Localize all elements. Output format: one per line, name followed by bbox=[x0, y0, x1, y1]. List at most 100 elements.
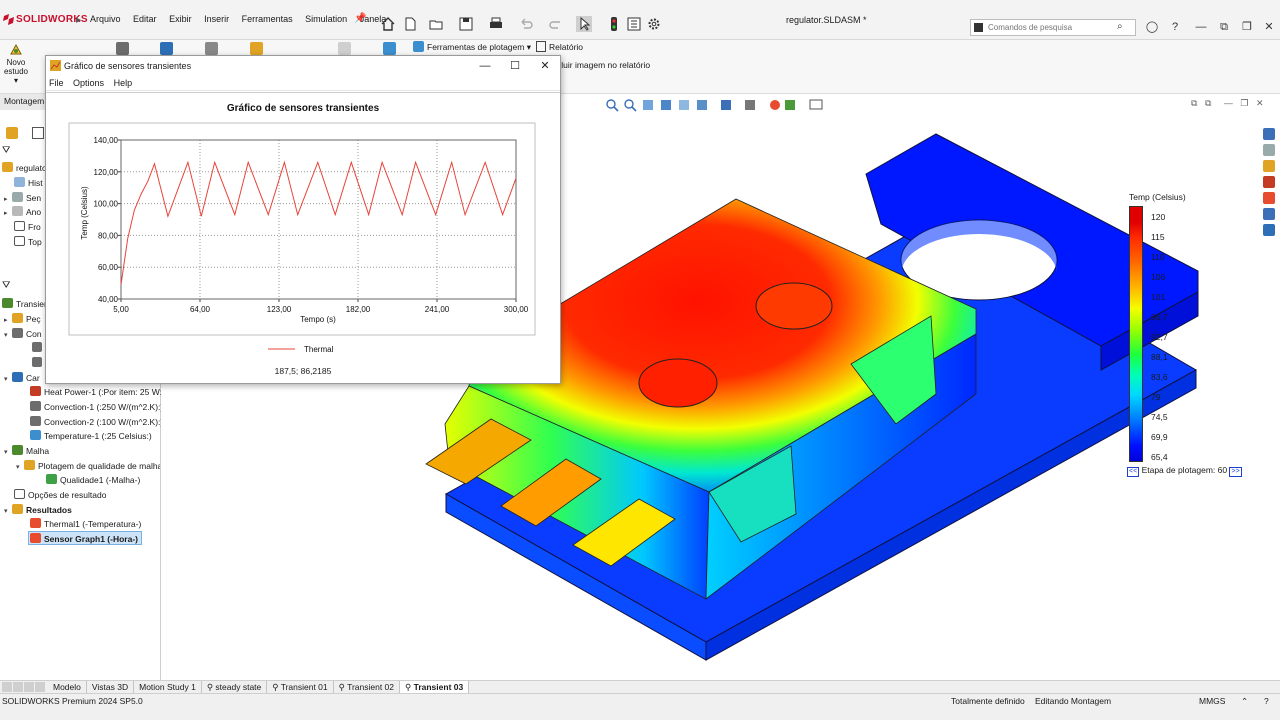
tree-item-regulator[interactable]: regulator bbox=[2, 161, 50, 175]
restore-button[interactable]: ❐ bbox=[1240, 20, 1254, 34]
collapse-arrow-icon[interactable]: ▾ bbox=[4, 505, 12, 519]
connections-icon[interactable] bbox=[205, 42, 218, 55]
app-logo[interactable]: SOLIDWORKS ▶ bbox=[2, 13, 88, 27]
filter-icon[interactable]: ⛛ bbox=[2, 280, 10, 291]
zoom-area-icon[interactable] bbox=[624, 99, 637, 112]
save-icon[interactable] bbox=[458, 16, 474, 32]
dialog-menu-options[interactable]: Options bbox=[73, 76, 104, 91]
contact-set-icon[interactable] bbox=[32, 357, 42, 367]
tree-item-convection-2[interactable]: Convection-2 (:100 W/(m^2.K):) bbox=[30, 415, 163, 429]
tree-item-front-plane[interactable]: Fro bbox=[14, 220, 41, 234]
dialog-maximize-button[interactable]: ☐ bbox=[507, 58, 523, 74]
file-explorer-icon[interactable] bbox=[1263, 160, 1275, 172]
feature-manager-tab-icon[interactable] bbox=[6, 127, 18, 139]
tree-item-thermal-plot[interactable]: Thermal1 (-Temperatura-) bbox=[30, 517, 141, 531]
tree-item-quality-plot[interactable]: Qualidade1 (-Malha-) bbox=[46, 473, 140, 487]
restore-viewport-icon[interactable]: ⧉ bbox=[1191, 98, 1197, 108]
help-icon[interactable]: ? bbox=[1168, 20, 1182, 34]
display-style-icon[interactable] bbox=[721, 100, 731, 110]
property-manager-tab-icon[interactable] bbox=[32, 127, 44, 139]
tile-window-icon[interactable]: ⧉ bbox=[1217, 20, 1231, 34]
view-orientation-icon[interactable] bbox=[697, 100, 707, 110]
minimize-button[interactable]: — bbox=[1194, 20, 1208, 34]
menu-inserir[interactable]: Inserir bbox=[204, 14, 229, 24]
tree-item-sensor-graph[interactable]: Sensor Graph1 (-Hora-) bbox=[28, 531, 142, 545]
tree-item-transient-study[interactable]: Transient bbox=[2, 297, 51, 311]
dynamic-annotation-icon[interactable] bbox=[679, 100, 689, 110]
hide-show-items-icon[interactable] bbox=[745, 100, 755, 110]
dialog-menu-file[interactable]: File bbox=[49, 76, 64, 91]
tree-item-convection-1[interactable]: Convection-1 (:250 W/(m^2.K):) bbox=[30, 400, 163, 414]
filter-icon[interactable]: ⛛ bbox=[2, 145, 10, 156]
undo-icon[interactable] bbox=[518, 16, 534, 32]
menu-ferramentas[interactable]: Ferramentas bbox=[242, 14, 293, 24]
close-button[interactable]: ✕ bbox=[1262, 20, 1276, 34]
tile-viewport-icon[interactable]: ⧉ bbox=[1205, 98, 1211, 108]
tree-item-parts[interactable]: ▸ Peç bbox=[4, 312, 41, 326]
tree-item-connections[interactable]: ▾ Con bbox=[4, 327, 42, 341]
tree-item-history[interactable]: Hist bbox=[14, 176, 43, 190]
external-load-icon[interactable] bbox=[160, 42, 173, 55]
new-study-button[interactable]: Novo estudo ▾ bbox=[3, 40, 29, 92]
edit-appearance-icon[interactable] bbox=[770, 100, 780, 110]
first-tab-button[interactable] bbox=[2, 682, 12, 692]
collapse-arrow-icon[interactable]: ▾ bbox=[4, 329, 12, 343]
options-list-icon[interactable] bbox=[626, 16, 642, 32]
status-units[interactable]: MMGS bbox=[1199, 696, 1225, 706]
results-advisor-icon[interactable] bbox=[383, 42, 396, 55]
menu-exibir[interactable]: Exibir bbox=[169, 14, 192, 24]
solidworks-forum-icon[interactable] bbox=[1263, 224, 1275, 236]
view-palette-icon[interactable] bbox=[1263, 176, 1275, 188]
tree-item-heat-power[interactable]: Heat Power-1 (:Por item: 25 W:) bbox=[30, 385, 165, 399]
section-view-icon[interactable] bbox=[661, 100, 671, 110]
traffic-light-icon[interactable] bbox=[606, 16, 622, 32]
chevron-up-icon[interactable]: ⌃ bbox=[1241, 696, 1248, 707]
next-step-button[interactable]: >> bbox=[1229, 467, 1242, 477]
dialog-minimize-button[interactable]: — bbox=[477, 58, 493, 74]
command-search[interactable]: ⌕ bbox=[970, 19, 1136, 36]
previous-step-button[interactable]: << bbox=[1127, 467, 1140, 477]
sensor-line-chart[interactable]: Gráfico de sensores transientes 5,00 64,0… bbox=[46, 93, 560, 363]
dialog-title-bar[interactable]: Gráfico de sensores transientes — ☐ ✕ bbox=[46, 56, 560, 76]
gear-icon[interactable] bbox=[646, 16, 662, 32]
solidworks-resources-icon[interactable] bbox=[1263, 128, 1275, 140]
run-study-icon[interactable] bbox=[338, 42, 351, 55]
mesh-icon[interactable] bbox=[250, 42, 263, 55]
next-tab-button[interactable] bbox=[24, 682, 34, 692]
apply-scene-icon[interactable] bbox=[785, 100, 795, 110]
report-button[interactable]: Relatório bbox=[536, 41, 583, 55]
user-account-icon[interactable]: ◯ bbox=[1145, 20, 1159, 34]
pin-icon[interactable]: 📌 bbox=[354, 13, 366, 24]
dialog-menu-help[interactable]: Help bbox=[114, 76, 133, 91]
tree-item-temperature[interactable]: Temperature-1 (:25 Celsius:) bbox=[30, 429, 152, 443]
tree-item-result-options[interactable]: Opções de resultado bbox=[14, 488, 106, 502]
collapse-arrow-icon[interactable]: ▾ bbox=[16, 461, 24, 473]
redo-icon[interactable] bbox=[548, 16, 564, 32]
contact-set-icon[interactable] bbox=[32, 342, 42, 352]
tree-item-sensors[interactable]: ▸ Sen bbox=[4, 191, 41, 205]
include-image-in-report-button[interactable]: cluir imagem no relatório bbox=[557, 60, 650, 70]
tree-item-mesh-quality[interactable]: ▾ Plotagem de qualidade de malha bbox=[16, 459, 160, 473]
previous-tab-button[interactable] bbox=[13, 682, 23, 692]
new-document-icon[interactable] bbox=[402, 16, 418, 32]
expand-arrow-icon[interactable]: ▸ bbox=[4, 207, 12, 221]
open-folder-icon[interactable] bbox=[428, 16, 444, 32]
expand-arrow-icon[interactable]: ▸ bbox=[4, 314, 12, 328]
search-input[interactable] bbox=[986, 21, 1116, 34]
help-icon[interactable]: ? bbox=[1264, 696, 1269, 706]
close-viewport-button[interactable]: ✕ bbox=[1256, 98, 1264, 108]
custom-properties-icon[interactable] bbox=[1263, 208, 1275, 220]
appearances-icon[interactable] bbox=[1263, 192, 1275, 204]
tree-item-results[interactable]: ▾ Resultados bbox=[4, 503, 72, 517]
print-icon[interactable] bbox=[488, 16, 504, 32]
zoom-to-fit-icon[interactable] bbox=[606, 99, 619, 112]
last-tab-button[interactable] bbox=[35, 682, 45, 692]
series-line-thermal[interactable] bbox=[120, 160, 517, 285]
restore-viewport-button[interactable]: ❐ bbox=[1240, 98, 1248, 108]
tree-item-top-plane[interactable]: Top bbox=[14, 235, 42, 249]
menu-simulation[interactable]: Simulation bbox=[305, 14, 347, 24]
previous-view-icon[interactable] bbox=[643, 100, 653, 110]
tree-item-annotations[interactable]: ▸ Ano bbox=[4, 205, 41, 219]
menu-arquivo[interactable]: Arquivo bbox=[90, 14, 121, 24]
tree-item-mesh[interactable]: ▾ Malha bbox=[4, 444, 49, 458]
